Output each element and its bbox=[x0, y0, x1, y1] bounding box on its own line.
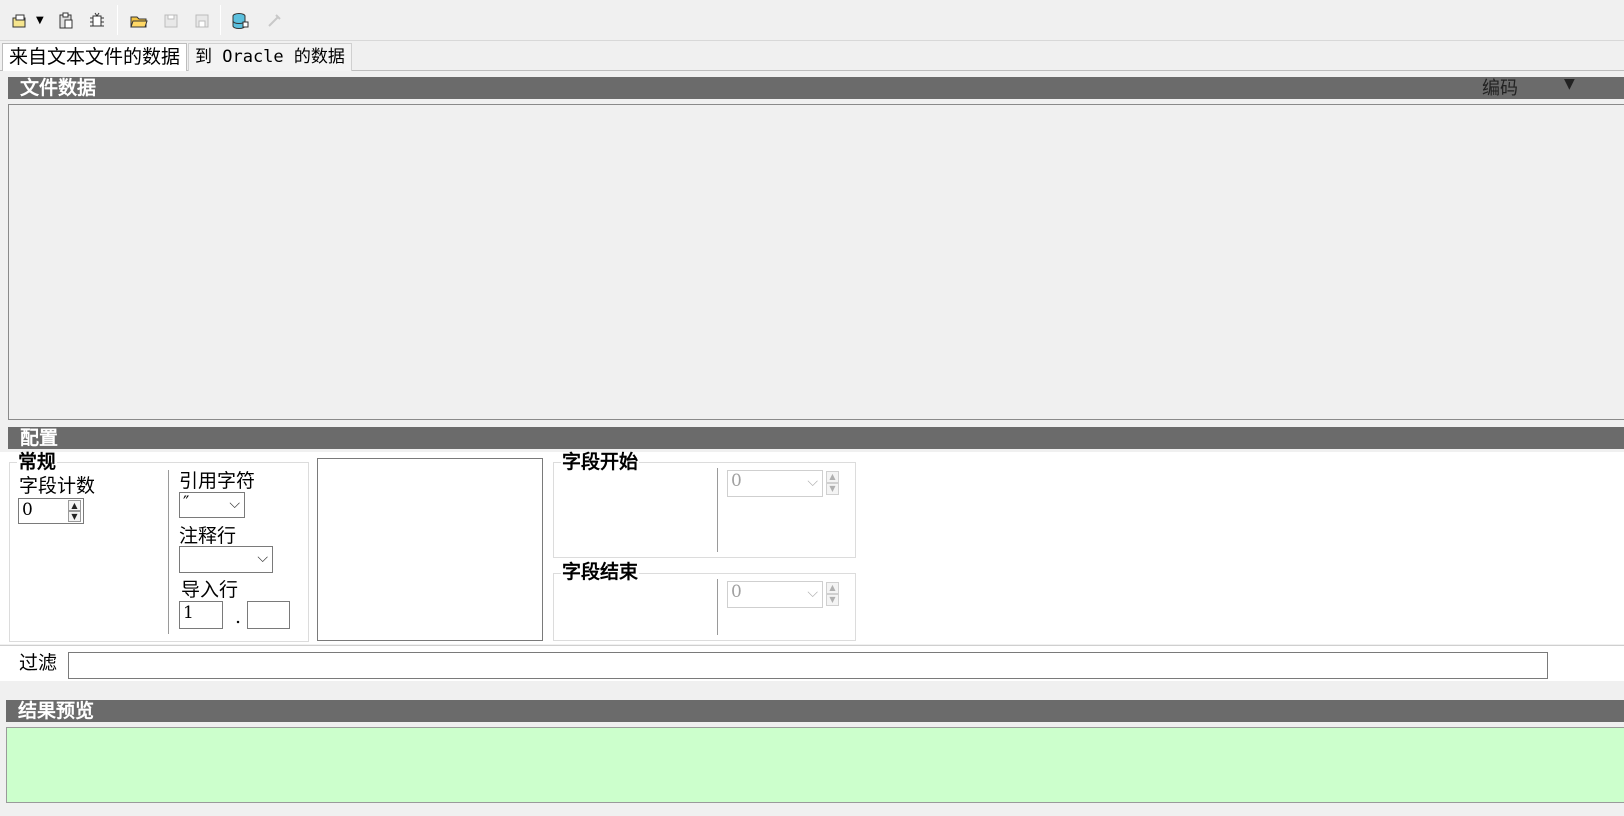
field-end-select[interactable]: 0 ⌵ bbox=[727, 581, 823, 608]
divider bbox=[168, 470, 169, 634]
clipboard-icon[interactable] bbox=[54, 9, 78, 33]
database-import-icon[interactable] bbox=[228, 9, 252, 33]
import-separator: . bbox=[235, 606, 242, 628]
execute-icon[interactable] bbox=[262, 9, 286, 33]
result-preview-title: 结果预览 bbox=[18, 700, 95, 722]
field-end-value: 0 bbox=[731, 582, 742, 602]
divider bbox=[717, 468, 718, 552]
field-start-down-icon[interactable]: ▼ bbox=[826, 483, 839, 495]
field-count-up-icon[interactable]: ▲ bbox=[68, 500, 81, 511]
encoding-dropdown-icon[interactable]: ▼ bbox=[1564, 73, 1575, 95]
import-rows-label: 导入行 bbox=[181, 579, 239, 601]
divider bbox=[717, 579, 718, 635]
field-end-title: 字段结束 bbox=[561, 561, 640, 583]
field-count-label: 字段计数 bbox=[19, 475, 96, 497]
comment-select[interactable]: ⌵ bbox=[179, 546, 273, 573]
filter-label: 过滤 bbox=[19, 652, 58, 674]
field-start-value: 0 bbox=[731, 471, 742, 491]
save-icon[interactable] bbox=[159, 9, 183, 33]
field-start-select[interactable]: 0 ⌵ bbox=[727, 470, 823, 497]
field-end-down-icon[interactable]: ▼ bbox=[826, 594, 839, 606]
quote-char-label: 引用字符 bbox=[179, 470, 256, 492]
encoding-label: 编码 bbox=[1482, 78, 1518, 99]
filter-row: 过滤 bbox=[0, 645, 1624, 681]
config-title: 配置 bbox=[20, 427, 59, 449]
general-group-title: 常规 bbox=[17, 451, 58, 473]
file-data-title: 文件数据 bbox=[20, 77, 97, 99]
field-count-down-icon[interactable]: ▼ bbox=[68, 511, 81, 522]
result-preview-area[interactable] bbox=[6, 727, 1624, 803]
field-end-up-icon[interactable]: ▲ bbox=[826, 582, 839, 594]
chevron-down-icon: ⌵ bbox=[807, 474, 818, 490]
result-preview-header: 结果预览 bbox=[6, 700, 1624, 722]
dropdown-arrow-icon[interactable]: ▼ bbox=[36, 15, 44, 26]
config-area: 常规 字段计数 0 ▲ ▼ 引用字符 ″ ⌵ 注释行 ⌵ 导入行 1 . 字段开… bbox=[0, 452, 1624, 644]
import-from-value: 1 bbox=[183, 603, 194, 623]
file-data-area[interactable] bbox=[8, 104, 1624, 420]
file-data-header: 文件数据 编码 ▼ bbox=[8, 76, 1624, 99]
chevron-down-icon: ⌵ bbox=[807, 585, 818, 601]
tab-bar: 来自文本文件的数据 到 Oracle 的数据 bbox=[0, 41, 1624, 71]
save-as-icon[interactable] bbox=[190, 9, 214, 33]
new-connection-icon[interactable] bbox=[8, 9, 32, 33]
import-from-input[interactable]: 1 bbox=[179, 601, 223, 629]
quote-char-select[interactable]: ″ ⌵ bbox=[179, 492, 245, 518]
config-header: 配置 bbox=[8, 427, 1624, 449]
toolbar: ▼ bbox=[0, 0, 1624, 41]
field-start-title: 字段开始 bbox=[561, 451, 640, 473]
field-count-value: 0 bbox=[22, 500, 33, 520]
tab-to-oracle[interactable]: 到 Oracle 的数据 bbox=[188, 43, 352, 71]
filter-input[interactable] bbox=[68, 652, 1548, 679]
open-folder-icon[interactable] bbox=[127, 9, 151, 33]
debug-icon[interactable] bbox=[85, 9, 109, 33]
quote-char-value: ″ bbox=[183, 493, 190, 513]
import-to-input[interactable] bbox=[247, 601, 290, 629]
field-start-up-icon[interactable]: ▲ bbox=[826, 471, 839, 483]
chevron-down-icon: ⌵ bbox=[257, 550, 268, 566]
field-list-box[interactable] bbox=[317, 458, 543, 641]
chevron-down-icon: ⌵ bbox=[229, 496, 240, 512]
comment-label: 注释行 bbox=[179, 525, 237, 547]
tab-from-text-file[interactable]: 来自文本文件的数据 bbox=[2, 43, 188, 71]
